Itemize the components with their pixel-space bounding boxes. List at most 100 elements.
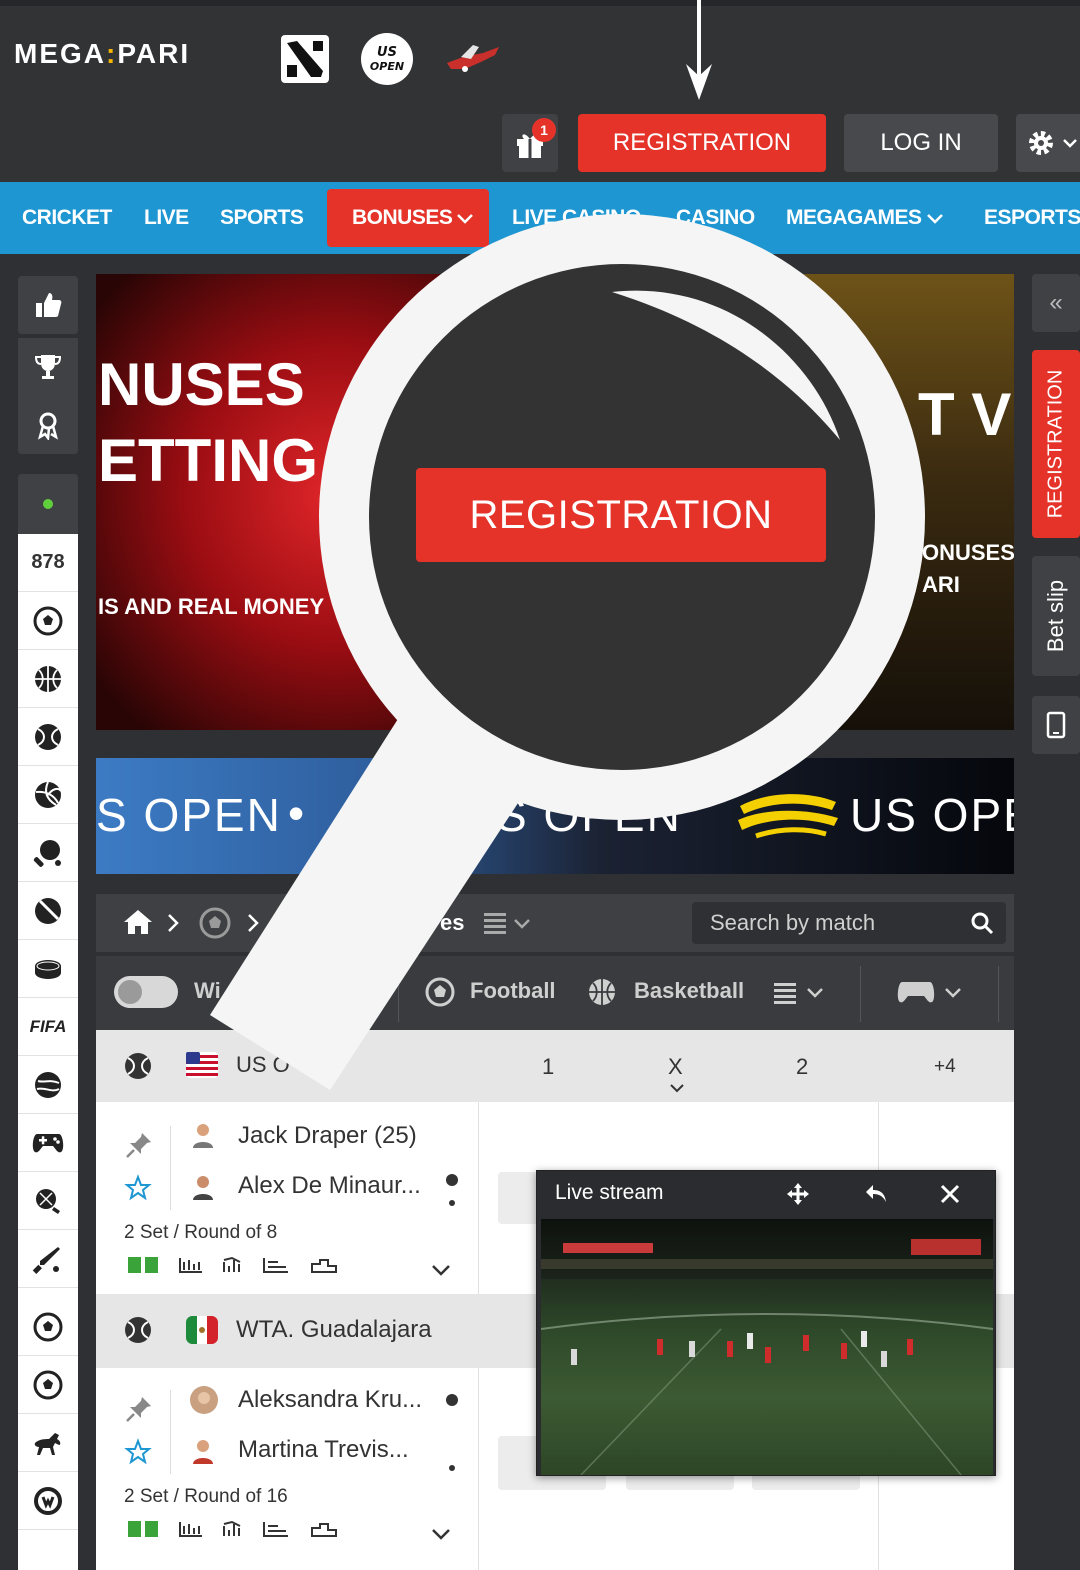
sidebar-item-table-tennis[interactable] bbox=[18, 824, 78, 882]
search-icon[interactable] bbox=[970, 911, 994, 935]
banner-headline-2: ETTING bbox=[98, 427, 318, 494]
pin-icon[interactable] bbox=[124, 1130, 154, 1160]
logo-separator: : bbox=[106, 38, 118, 69]
chevron-down-icon bbox=[926, 214, 943, 224]
nav-item-esports[interactable]: ESPORTS bbox=[984, 182, 1080, 254]
avatar bbox=[193, 1440, 213, 1464]
sidebar-live-indicator[interactable] bbox=[18, 474, 78, 534]
sidebar-item-tennis[interactable] bbox=[18, 708, 78, 766]
airplane-icon[interactable] bbox=[442, 30, 504, 88]
move-icon[interactable] bbox=[785, 1181, 811, 1207]
sidebar-item-horse-racing[interactable] bbox=[18, 1414, 78, 1472]
football-icon[interactable] bbox=[198, 906, 232, 940]
sidebar-item-cricket[interactable] bbox=[18, 1230, 78, 1288]
thumbs-up-icon bbox=[36, 293, 62, 317]
us-open-icon[interactable]: US OPEN bbox=[358, 30, 416, 88]
sidebar-item-rugby[interactable] bbox=[18, 1056, 78, 1114]
esports-dropdown[interactable] bbox=[896, 976, 968, 1008]
sidebar-item-volleyball[interactable] bbox=[18, 766, 78, 824]
live-stream-window[interactable]: Live stream bbox=[536, 1170, 996, 1476]
odds-cell[interactable] bbox=[498, 1172, 538, 1224]
baseball-icon bbox=[35, 897, 61, 924]
gift-count-badge: 1 bbox=[532, 118, 556, 142]
column-header-x: X bbox=[668, 1054, 683, 1079]
settings-button[interactable] bbox=[1016, 114, 1080, 172]
star-icon[interactable] bbox=[124, 1174, 152, 1202]
nav-item-bonuses[interactable]: BONUSES bbox=[352, 182, 474, 254]
cricket-bat-icon bbox=[32, 1246, 60, 1274]
nav-item-cricket[interactable]: CRICKET bbox=[22, 182, 112, 254]
list-menu-icon[interactable] bbox=[482, 908, 532, 938]
bet-slip-button[interactable]: Bet slip bbox=[1032, 556, 1080, 676]
tennis-ball-icon bbox=[35, 723, 61, 750]
match-stats-icons[interactable] bbox=[128, 1518, 348, 1540]
sidebar-trophy-button[interactable] bbox=[18, 338, 78, 396]
sidebar-item-esports[interactable] bbox=[18, 1114, 78, 1172]
star-icon[interactable] bbox=[124, 1438, 152, 1466]
sidebar-registration-button[interactable]: REGISTRATION bbox=[1032, 350, 1080, 538]
column-header-1: 1 bbox=[542, 1054, 555, 1079]
live-stream-title: Live stream bbox=[555, 1181, 664, 1204]
avatar bbox=[193, 1124, 213, 1148]
home-icon[interactable] bbox=[122, 908, 154, 936]
nav-item-sports[interactable]: SPORTS bbox=[220, 182, 304, 254]
sidebar-item-fifa[interactable]: FIFA bbox=[18, 998, 78, 1056]
chevron-down-icon[interactable] bbox=[668, 1082, 686, 1096]
match-stats-icons[interactable] bbox=[128, 1254, 348, 1276]
chevron-down-icon[interactable] bbox=[430, 1526, 452, 1542]
sidebar-item-football[interactable] bbox=[18, 592, 78, 650]
sidebar-item-overwatch[interactable] bbox=[18, 1472, 78, 1530]
nav-item-megagames[interactable]: MEGAGAMES bbox=[786, 182, 944, 254]
tennis-ball-icon bbox=[125, 1053, 151, 1079]
sidebar-item-futsal[interactable] bbox=[18, 1298, 78, 1356]
league-name[interactable]: WTA. Guadalajara bbox=[236, 1316, 432, 1344]
breadcrumb-current[interactable]: es bbox=[440, 910, 464, 936]
serve-indicator-icon bbox=[446, 1174, 458, 1206]
dota-icon[interactable] bbox=[276, 30, 334, 88]
more-sports-dropdown[interactable] bbox=[772, 976, 828, 1008]
more-markets-header[interactable]: +4 bbox=[934, 1056, 956, 1078]
collapse-sidebar-button[interactable]: « bbox=[1032, 274, 1080, 332]
league-name[interactable]: US O bbox=[236, 1052, 290, 1078]
gift-button[interactable]: 1 bbox=[502, 114, 558, 172]
handball-icon bbox=[36, 1188, 60, 1214]
us-open-strip[interactable]: S OPEN • S OPEN US OPE bbox=[96, 758, 1014, 874]
pin-icon[interactable] bbox=[124, 1394, 154, 1424]
magnified-registration-button: REGISTRATION bbox=[416, 468, 826, 562]
mobile-app-button[interactable] bbox=[1032, 696, 1080, 754]
player-2-name[interactable]: Alex De Minaur... bbox=[238, 1172, 421, 1200]
banner-subtitle: IS AND REAL MONEY bbox=[98, 594, 325, 619]
sidebar-award-button[interactable] bbox=[18, 396, 78, 454]
nav-item-live[interactable]: LIVE bbox=[144, 182, 189, 254]
sidebar-item-handball[interactable] bbox=[18, 1172, 78, 1230]
live-stream-video[interactable] bbox=[541, 1219, 993, 1475]
sidebar-live-count[interactable]: 878 bbox=[18, 534, 78, 592]
sidebar-like-button[interactable] bbox=[18, 276, 78, 334]
sidebar-item-beach-soccer[interactable] bbox=[18, 1356, 78, 1414]
player-2-name[interactable]: Martina Trevis... bbox=[238, 1436, 409, 1464]
nav-item-casino[interactable]: CASINO bbox=[676, 182, 755, 254]
sidebar-item-ice-hockey[interactable] bbox=[18, 940, 78, 998]
search-input[interactable]: Search by match bbox=[692, 902, 1006, 944]
sidebar-item-baseball[interactable] bbox=[18, 882, 78, 940]
basketball-icon bbox=[589, 979, 615, 1005]
login-button[interactable]: LOG IN bbox=[844, 114, 998, 172]
nav-item-megagames-label: MEGAGAMES bbox=[786, 206, 922, 229]
sidebar-registration-label: REGISTRATION bbox=[1044, 369, 1067, 519]
undock-icon[interactable] bbox=[863, 1181, 889, 1207]
filter-football[interactable]: Football bbox=[470, 978, 556, 1004]
close-icon[interactable] bbox=[939, 1183, 961, 1205]
down-arrow-icon bbox=[686, 0, 712, 100]
chevron-down-icon[interactable] bbox=[430, 1262, 452, 1278]
player-1-name[interactable]: Jack Draper (25) bbox=[238, 1122, 417, 1150]
player-1-name[interactable]: Aleksandra Kru... bbox=[238, 1386, 422, 1414]
overwatch-icon bbox=[34, 1486, 62, 1515]
nav-item-live-casino[interactable]: LIVE CASINO bbox=[512, 182, 641, 254]
sidebar-item-basketball[interactable] bbox=[18, 650, 78, 708]
column-header-2: 2 bbox=[796, 1054, 809, 1079]
filter-basketball[interactable]: Basketball bbox=[634, 978, 744, 1004]
megapari-logo[interactable]: MEGA:PARI bbox=[14, 38, 190, 70]
award-icon bbox=[37, 412, 59, 440]
registration-button[interactable]: REGISTRATION bbox=[578, 114, 826, 172]
us-open-ball-icon bbox=[738, 794, 838, 839]
